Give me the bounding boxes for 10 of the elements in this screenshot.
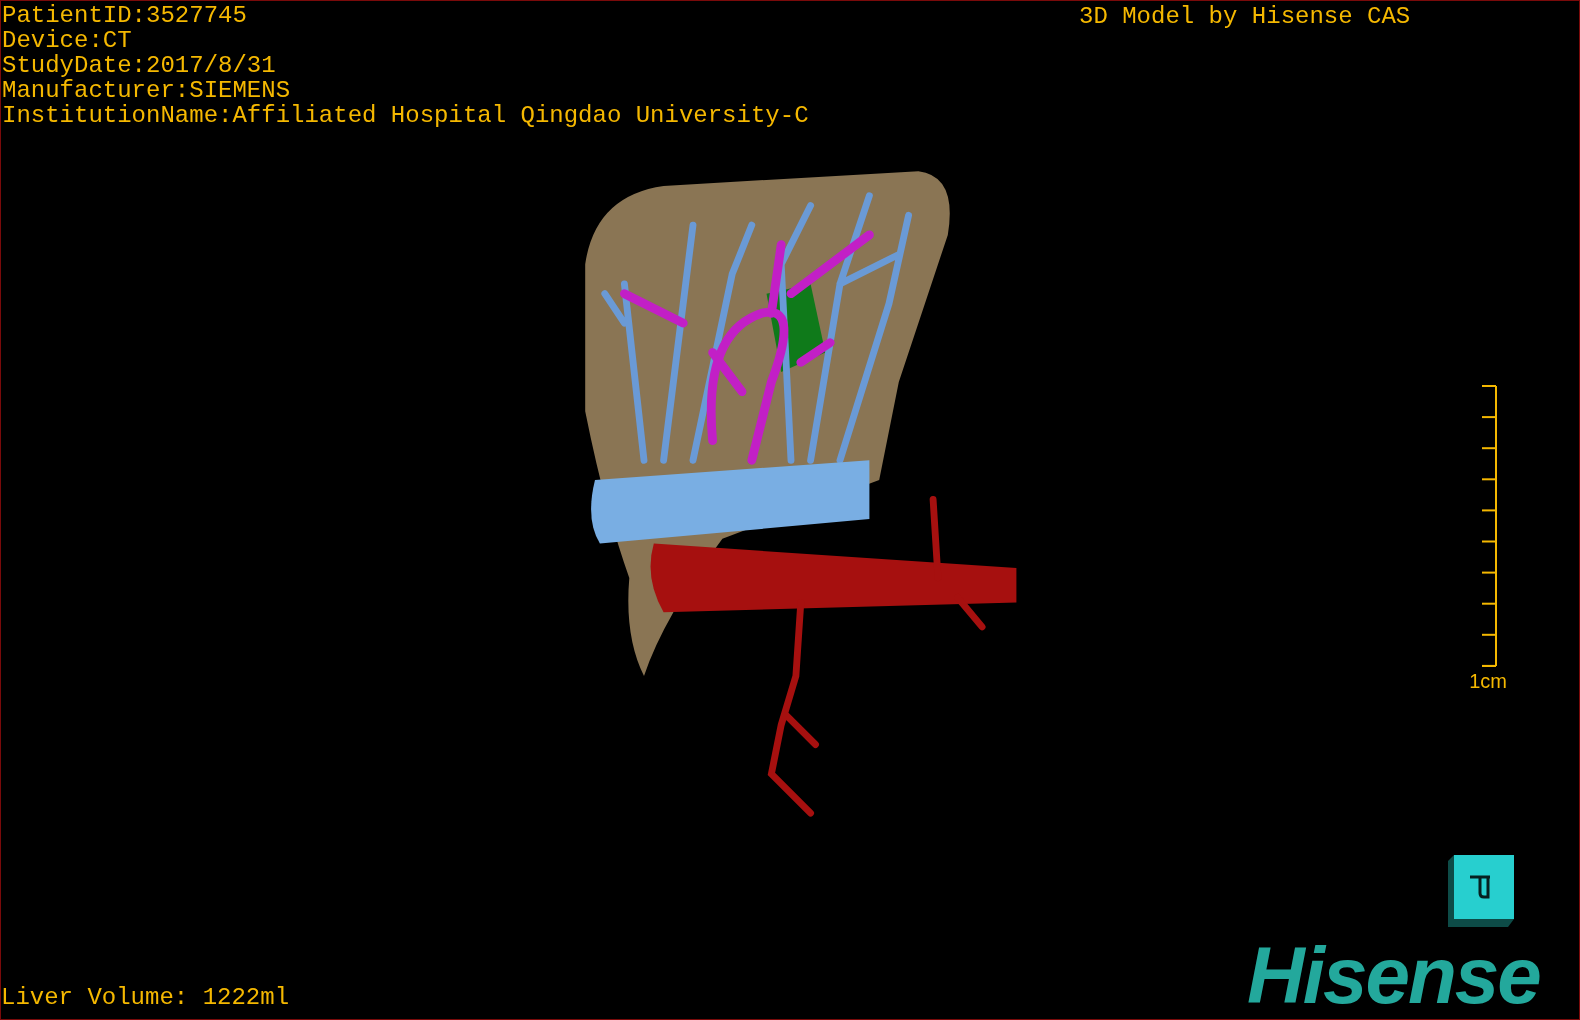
info-text: InstitutionName:Affiliated Hospital Qingdao University-C bbox=[2, 103, 809, 128]
info-text: Manufacturer:SIEMENS bbox=[2, 78, 292, 103]
info-text: PatientID:3527745 bbox=[2, 3, 248, 28]
viewer-title: 3D Model by Hisense CAS bbox=[1079, 4, 1411, 30]
orientation-cube-icon[interactable] bbox=[1448, 855, 1514, 927]
info-text: Device:CT bbox=[2, 28, 133, 53]
info-text: StudyDate:2017/8/31 bbox=[2, 53, 277, 78]
brand-logo: Hisense bbox=[1247, 936, 1540, 1016]
scale-label: 1cm bbox=[1469, 669, 1507, 693]
volume-text: Liver Volume: 1222ml bbox=[1, 985, 290, 1011]
